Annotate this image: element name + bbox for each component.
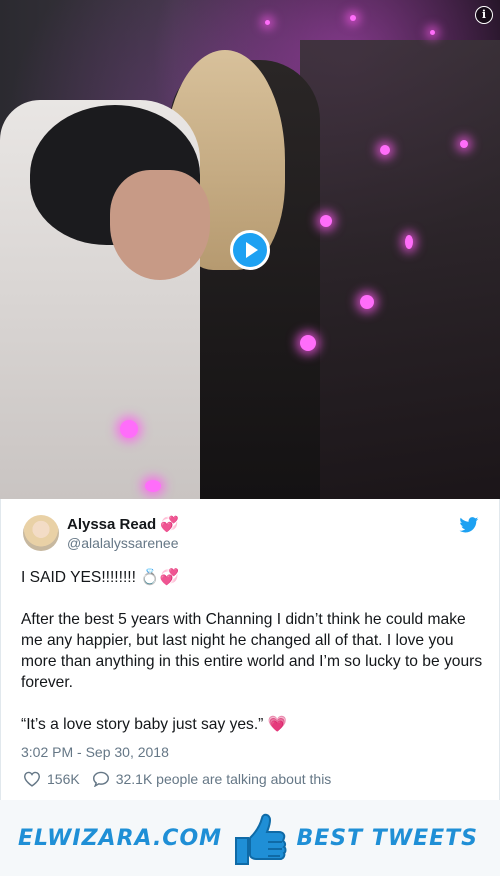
tweet-timestamp[interactable]: 3:02 PM - Sep 30, 2018 <box>21 744 169 760</box>
light-sparkle <box>405 235 413 249</box>
light-sparkle <box>350 15 356 21</box>
heart-icon[interactable] <box>23 771 41 787</box>
light-sparkle <box>145 480 161 492</box>
light-sparkle <box>380 145 390 155</box>
footer-banner: ELWIZARA.COM BEST TWEETS <box>0 800 500 876</box>
thumbs-up-icon <box>235 813 287 865</box>
light-sparkle <box>430 30 435 35</box>
tweet-card: Alyssa Read 💞 @alalalyssarenee I SAID YE… <box>0 499 500 801</box>
light-sparkle <box>120 420 138 438</box>
reply-count[interactable]: 32.1K people are talking about this <box>116 771 332 787</box>
site-name[interactable]: ELWIZARA.COM <box>18 826 222 851</box>
video-person-man <box>0 100 210 499</box>
tweet-text-paragraph: After the best 5 years with Channing I d… <box>21 611 483 691</box>
tagline: BEST TWEETS <box>296 826 478 851</box>
reply-bubble-icon[interactable] <box>92 771 110 787</box>
video-person-face <box>110 170 210 280</box>
author-name-text: Alyssa Read <box>67 516 157 533</box>
light-sparkle <box>265 20 270 25</box>
author-handle[interactable]: @alalalyssarenee <box>67 535 179 551</box>
tweet-actions: 156K 32.1K people are talking about this <box>23 771 331 787</box>
light-sparkle <box>300 335 316 351</box>
light-sparkle <box>460 140 468 148</box>
light-sparkle <box>360 295 374 309</box>
avatar[interactable] <box>23 515 59 551</box>
tweet-text-line: I SAID YES!!!!!!!! 💍💞 <box>21 569 180 586</box>
like-count[interactable]: 156K <box>47 771 80 787</box>
video-background-crowd <box>300 40 500 499</box>
play-button[interactable] <box>230 230 270 270</box>
light-sparkle <box>320 215 332 227</box>
heart-emoji-icon: 💞 <box>160 516 180 533</box>
author-name[interactable]: Alyssa Read 💞 <box>67 515 179 533</box>
tweet-text: I SAID YES!!!!!!!! 💍💞 After the best 5 y… <box>21 567 483 756</box>
tweet-video[interactable]: i <box>0 0 500 499</box>
twitter-bird-icon[interactable] <box>459 517 479 533</box>
tweet-text-quote: “It’s a love story baby just say yes.” 💗 <box>21 716 288 733</box>
info-icon[interactable]: i <box>475 6 493 24</box>
